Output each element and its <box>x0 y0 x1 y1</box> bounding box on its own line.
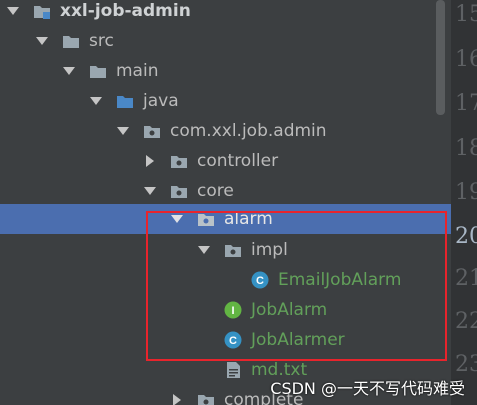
tree-item-label: controller <box>197 151 279 171</box>
interface-icon: I <box>224 301 242 319</box>
line-number: 17 <box>455 91 477 116</box>
folder-icon <box>63 36 79 48</box>
tree-item-label: main <box>116 61 159 81</box>
chevron-right-icon[interactable] <box>143 153 157 169</box>
tree-item-alarm[interactable]: alarm <box>0 204 451 234</box>
source-folder-icon <box>117 96 133 108</box>
package-icon <box>198 395 214 405</box>
tree-item-impl[interactable]: impl <box>0 235 451 265</box>
chevron-down-icon[interactable] <box>170 211 184 227</box>
tree-item-java[interactable]: java <box>0 86 451 116</box>
watermark-text: CSDN @一天不写代码难受 <box>270 379 465 398</box>
tree-item-label: java <box>143 91 179 111</box>
chevron-down-icon[interactable] <box>89 93 103 109</box>
tree-item-com-xxl-job-admin[interactable]: com.xxl.job.admin <box>0 116 451 146</box>
line-number: 15 <box>455 2 477 27</box>
line-number: 22 <box>455 309 477 334</box>
tree-item-label: alarm <box>224 209 273 229</box>
svg-text:I: I <box>231 305 234 317</box>
chevron-down-icon[interactable] <box>143 183 157 199</box>
line-number: 16 <box>455 47 477 72</box>
tree-item-src[interactable]: src <box>0 26 451 56</box>
chevron-down-icon[interactable] <box>35 33 49 49</box>
editor-gutter: 15 16 17 18 19 20 21 22 23 <box>451 0 477 405</box>
tree-item-label: JobAlarm <box>251 300 328 320</box>
class-icon: C <box>251 271 269 289</box>
chevron-right-icon[interactable] <box>170 392 184 405</box>
tree-item-xxl-job-admin[interactable]: xxl-job-admin <box>0 0 451 26</box>
line-number-current: 20 <box>455 224 477 249</box>
tree-item-core[interactable]: core <box>0 176 451 206</box>
package-icon <box>198 214 214 226</box>
package-icon <box>171 186 187 198</box>
line-number: 19 <box>455 180 477 205</box>
chevron-down-icon[interactable] <box>116 123 130 139</box>
svg-text:C: C <box>256 275 264 287</box>
chevron-down-icon[interactable] <box>6 3 20 19</box>
line-number: 23 <box>455 352 477 377</box>
tree-scrollbar[interactable] <box>436 0 445 115</box>
package-icon <box>171 156 187 168</box>
class-icon: C <box>224 331 242 349</box>
package-icon <box>144 126 160 138</box>
line-number: 18 <box>455 136 477 161</box>
folder-icon <box>90 66 106 78</box>
svg-text:C: C <box>229 335 237 347</box>
tree-item-label: JobAlarmer <box>251 330 345 350</box>
tree-item-controller[interactable]: controller <box>0 146 451 176</box>
tree-item-label: com.xxl.job.admin <box>170 121 327 141</box>
project-tree[interactable]: xxl-job-admin src main java com.xxl.job.… <box>0 0 451 405</box>
tree-item-job-alarmer[interactable]: C JobAlarmer <box>0 325 451 355</box>
tree-item-label: xxl-job-admin <box>60 1 191 21</box>
text-file-icon <box>227 362 240 378</box>
line-number: 21 <box>455 266 477 291</box>
tree-item-label: src <box>89 31 114 51</box>
tree-item-label: EmailJobAlarm <box>278 270 402 290</box>
chevron-down-icon[interactable] <box>197 242 211 258</box>
tree-item-label: core <box>197 181 234 201</box>
tree-item-email-job-alarm[interactable]: C EmailJobAlarm <box>0 265 451 295</box>
tree-item-label: impl <box>251 240 288 260</box>
tree-item-main[interactable]: main <box>0 56 451 86</box>
tree-item-job-alarm[interactable]: I JobAlarm <box>0 295 451 325</box>
package-icon <box>225 245 241 257</box>
chevron-down-icon[interactable] <box>62 63 76 79</box>
module-folder-icon <box>34 6 50 19</box>
